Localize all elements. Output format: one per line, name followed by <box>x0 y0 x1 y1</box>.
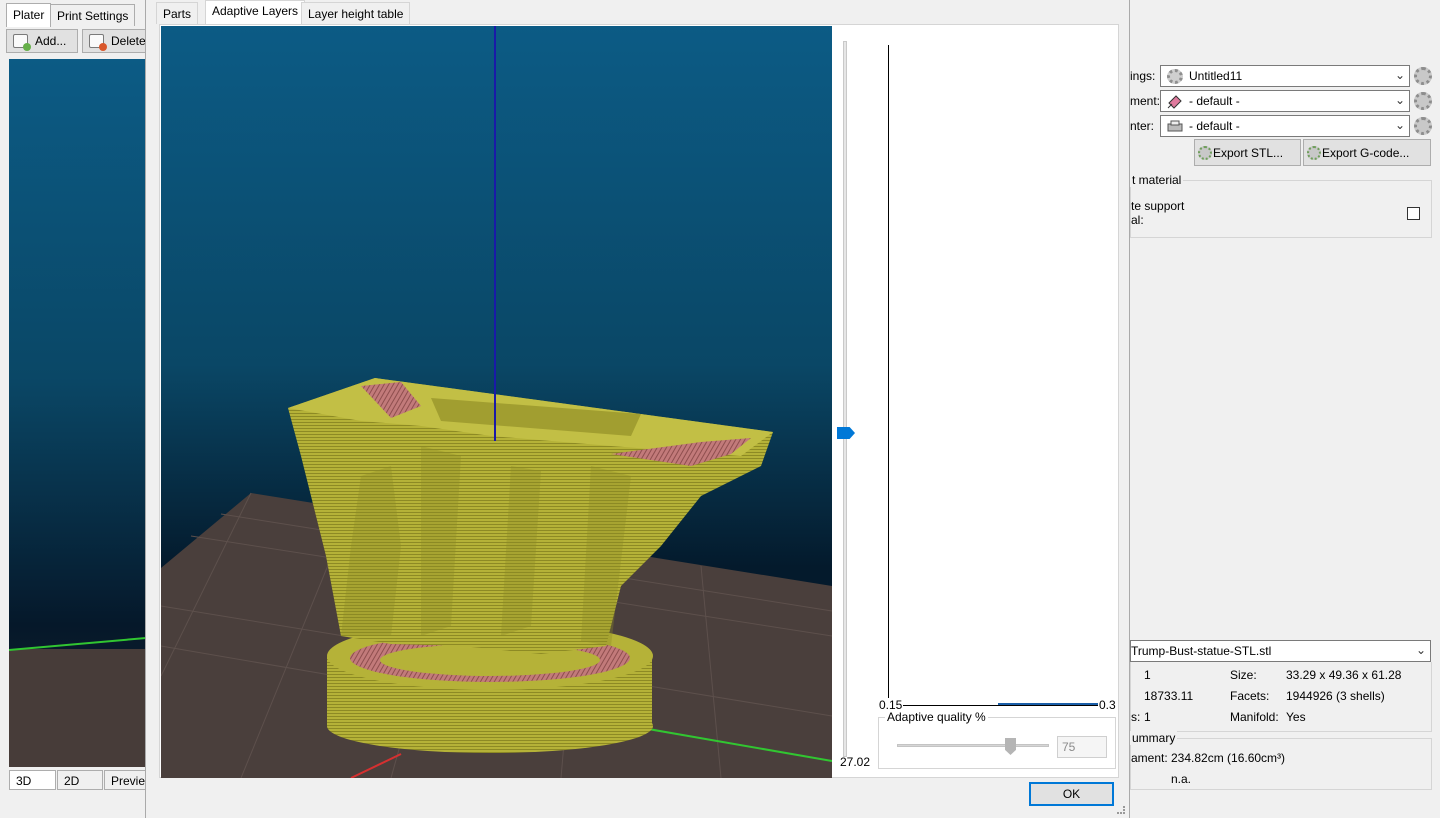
filament-label: ment: <box>1130 94 1161 108</box>
add-button[interactable]: Add... <box>6 29 78 53</box>
chevron-down-icon: ⌄ <box>1394 68 1405 82</box>
printer-label: nter: <box>1130 119 1155 133</box>
settings-panel: ings: Untitled11 ⌄ ment: - default - ⌄ n… <box>1130 0 1440 818</box>
tab-layer-height-table[interactable]: Layer height table <box>301 2 411 24</box>
graph-x-axis <box>888 705 1116 706</box>
adaptive-quality-title: Adaptive quality % <box>885 710 988 724</box>
graph-x-max-label: 0.3 <box>1098 698 1117 712</box>
tab-parts[interactable]: Parts <box>156 2 199 24</box>
delete-object-icon <box>89 34 107 51</box>
parts-label: s: <box>1131 710 1141 724</box>
chevron-down-icon: ⌄ <box>1394 118 1405 132</box>
layer-slider-track[interactable] <box>843 41 847 757</box>
size-value: 33.29 x 49.36 x 61.28 <box>1286 668 1402 682</box>
summary-title: ummary <box>1130 731 1178 745</box>
filament-usage-label: ament: <box>1131 751 1168 765</box>
delete-button[interactable]: Delete <box>82 29 152 53</box>
add-object-icon <box>13 34 31 51</box>
layer-preview-viewport[interactable] <box>161 26 832 778</box>
chevron-down-icon: ⌄ <box>1394 93 1405 107</box>
bed-floor <box>9 649 146 767</box>
object-select-combo[interactable]: Trump-Bust-statue-STL.stl ⌄ <box>1130 640 1431 662</box>
settings-gear-icon[interactable] <box>1414 67 1432 85</box>
print-settings-combo[interactable]: Untitled11 ⌄ <box>1160 65 1410 87</box>
support-group-title: t material <box>1130 173 1184 187</box>
plater-toolbar: Add... Delete <box>0 28 152 56</box>
gear-icon <box>1167 69 1183 84</box>
support-label-2: al: <box>1131 213 1144 227</box>
sliced-summary-group: ummary ament: 234.82cm (16.60cm³) n.a. <box>1130 731 1432 790</box>
facets-label: Facets: <box>1230 689 1270 703</box>
printer-row: nter: - default - ⌄ <box>1130 115 1440 137</box>
support-material-group: t material te support al: <box>1130 173 1432 238</box>
adaptive-quality-group: Adaptive quality % 75 <box>878 710 1116 769</box>
print-settings-label: ings: <box>1130 69 1156 83</box>
plater-3d-canvas[interactable] <box>9 59 146 767</box>
manifold-value: Yes <box>1286 710 1306 724</box>
layer-slider-handle[interactable] <box>837 427 855 439</box>
filament-icon <box>1167 95 1182 109</box>
filament-usage-value: 234.82cm (16.60cm³) <box>1171 751 1286 765</box>
adaptive-quality-slider[interactable] <box>897 744 1049 747</box>
export-gcode-button[interactable]: Export G-code... <box>1303 139 1431 166</box>
facets-value: 1944926 (3 shells) <box>1286 689 1385 703</box>
graph-y-axis <box>888 45 889 705</box>
tab-plater[interactable]: Plater <box>6 3 52 27</box>
volume-value: 18733.11 <box>1144 689 1194 703</box>
resize-grip-icon[interactable] <box>1117 806 1125 814</box>
adaptive-layers-pane: 27.02 0.15 0.3 Adaptive quality % 75 <box>159 24 1119 778</box>
filament-combo[interactable]: - default - ⌄ <box>1160 90 1410 112</box>
export-gcode-icon <box>1307 146 1321 160</box>
tab-print-settings[interactable]: Print Settings <box>50 4 136 26</box>
printer-gear-icon[interactable] <box>1414 117 1432 135</box>
cost-value: n.a. <box>1171 772 1192 786</box>
chevron-down-icon: ⌄ <box>1415 643 1426 657</box>
size-label: Size: <box>1230 668 1257 682</box>
layer-height-graph: 0.15 0.3 <box>878 35 1117 715</box>
graph-series-line <box>998 703 1108 705</box>
filament-gear-icon[interactable] <box>1414 92 1432 110</box>
export-stl-icon <box>1198 146 1212 160</box>
tab-adaptive-layers[interactable]: Adaptive Layers <box>205 0 306 25</box>
printer-icon <box>1167 120 1183 132</box>
copies-value: 1 <box>1144 668 1151 682</box>
filament-row: ment: - default - ⌄ <box>1130 90 1440 112</box>
layer-slider-value: 27.02 <box>840 755 871 769</box>
object-settings-dialog: Parts Adaptive Layers Layer height table <box>145 0 1130 818</box>
support-checkbox[interactable] <box>1407 207 1420 220</box>
tab-3d[interactable]: 3D <box>9 770 56 790</box>
adaptive-quality-input[interactable]: 75 <box>1057 736 1107 758</box>
printer-combo[interactable]: - default - ⌄ <box>1160 115 1410 137</box>
support-label: te support <box>1131 199 1185 213</box>
export-stl-button[interactable]: Export STL... <box>1194 139 1301 166</box>
object-info-group: 1 Size: 33.29 x 49.36 x 61.28 18733.11 F… <box>1130 662 1432 732</box>
tab-2d[interactable]: 2D <box>57 770 103 790</box>
manifold-label: Manifold: <box>1230 710 1279 724</box>
parts-value: 1 <box>1144 710 1151 724</box>
ok-button[interactable]: OK <box>1029 782 1114 806</box>
print-settings-row: ings: Untitled11 ⌄ <box>1130 65 1440 87</box>
adaptive-quality-handle[interactable] <box>1005 738 1016 755</box>
